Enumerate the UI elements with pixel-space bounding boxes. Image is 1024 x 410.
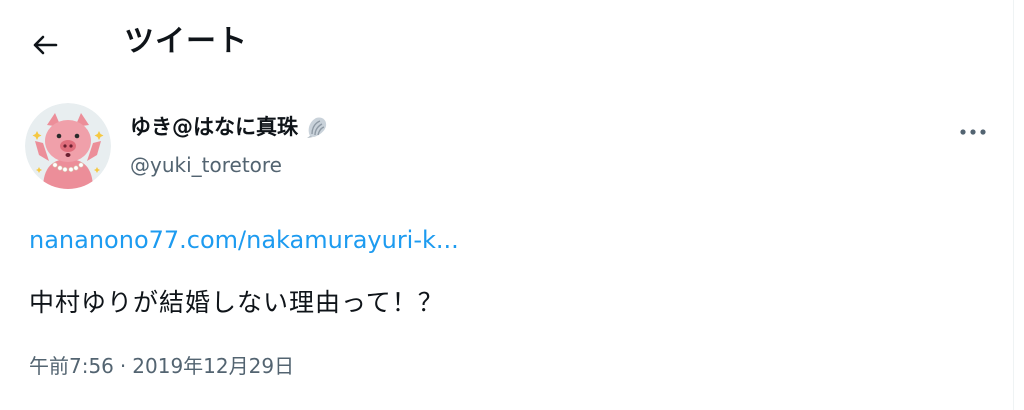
author-avatar[interactable] <box>25 103 111 189</box>
tweet-date[interactable]: 2019年12月29日 <box>132 350 294 382</box>
tweet-link[interactable]: nananono77.com/nakamurayuri-k... <box>29 222 459 258</box>
page-title: ツイート <box>124 24 248 59</box>
shell-icon <box>307 117 327 138</box>
back-button[interactable] <box>22 22 68 68</box>
tweet-time[interactable]: 午前7:56 <box>29 350 114 382</box>
more-options-button[interactable] <box>950 114 996 150</box>
timestamp-separator: · <box>119 354 127 378</box>
more-horizontal-icon <box>960 129 986 135</box>
page-header: ツイート <box>0 0 1014 86</box>
tweet-timestamp: 午前7:56 · 2019年12月29日 <box>29 350 294 382</box>
pig-avatar-icon <box>25 103 111 189</box>
author-display-name[interactable]: ゆき@はなに真珠 <box>130 112 330 142</box>
tweet-detail-page: ツイート ゆき@はなに真珠 @yuki_toretore nananono77.… <box>0 0 1014 410</box>
arrow-left-icon <box>33 35 58 55</box>
tweet-text: 中村ゆりが結婚しない理由って！？ <box>29 288 444 317</box>
author-handle[interactable]: @yuki_toretore <box>130 150 282 180</box>
display-name-text: ゆき@はなに真珠 <box>130 115 298 139</box>
